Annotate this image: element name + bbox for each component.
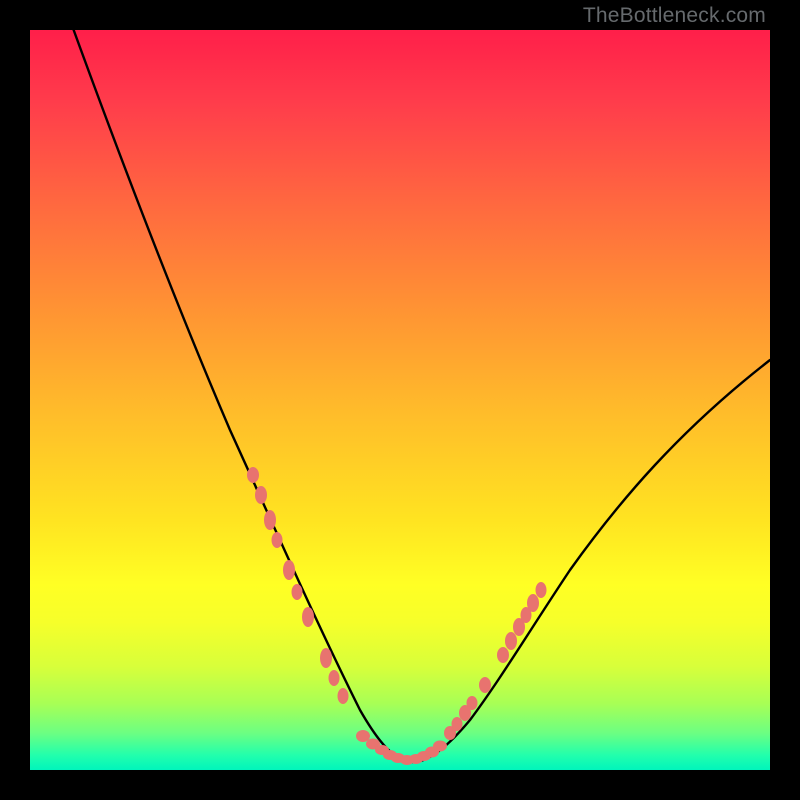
curve-layer [30,30,770,770]
chart-frame: TheBottleneck.com [0,0,800,800]
beads-left [247,467,349,704]
plot-area [30,30,770,770]
bottleneck-curve [70,20,770,762]
watermark-text: TheBottleneck.com [583,4,766,28]
beads-bottom [356,730,447,765]
beads-right-upper [497,582,547,663]
beads-right-lower [444,677,491,740]
